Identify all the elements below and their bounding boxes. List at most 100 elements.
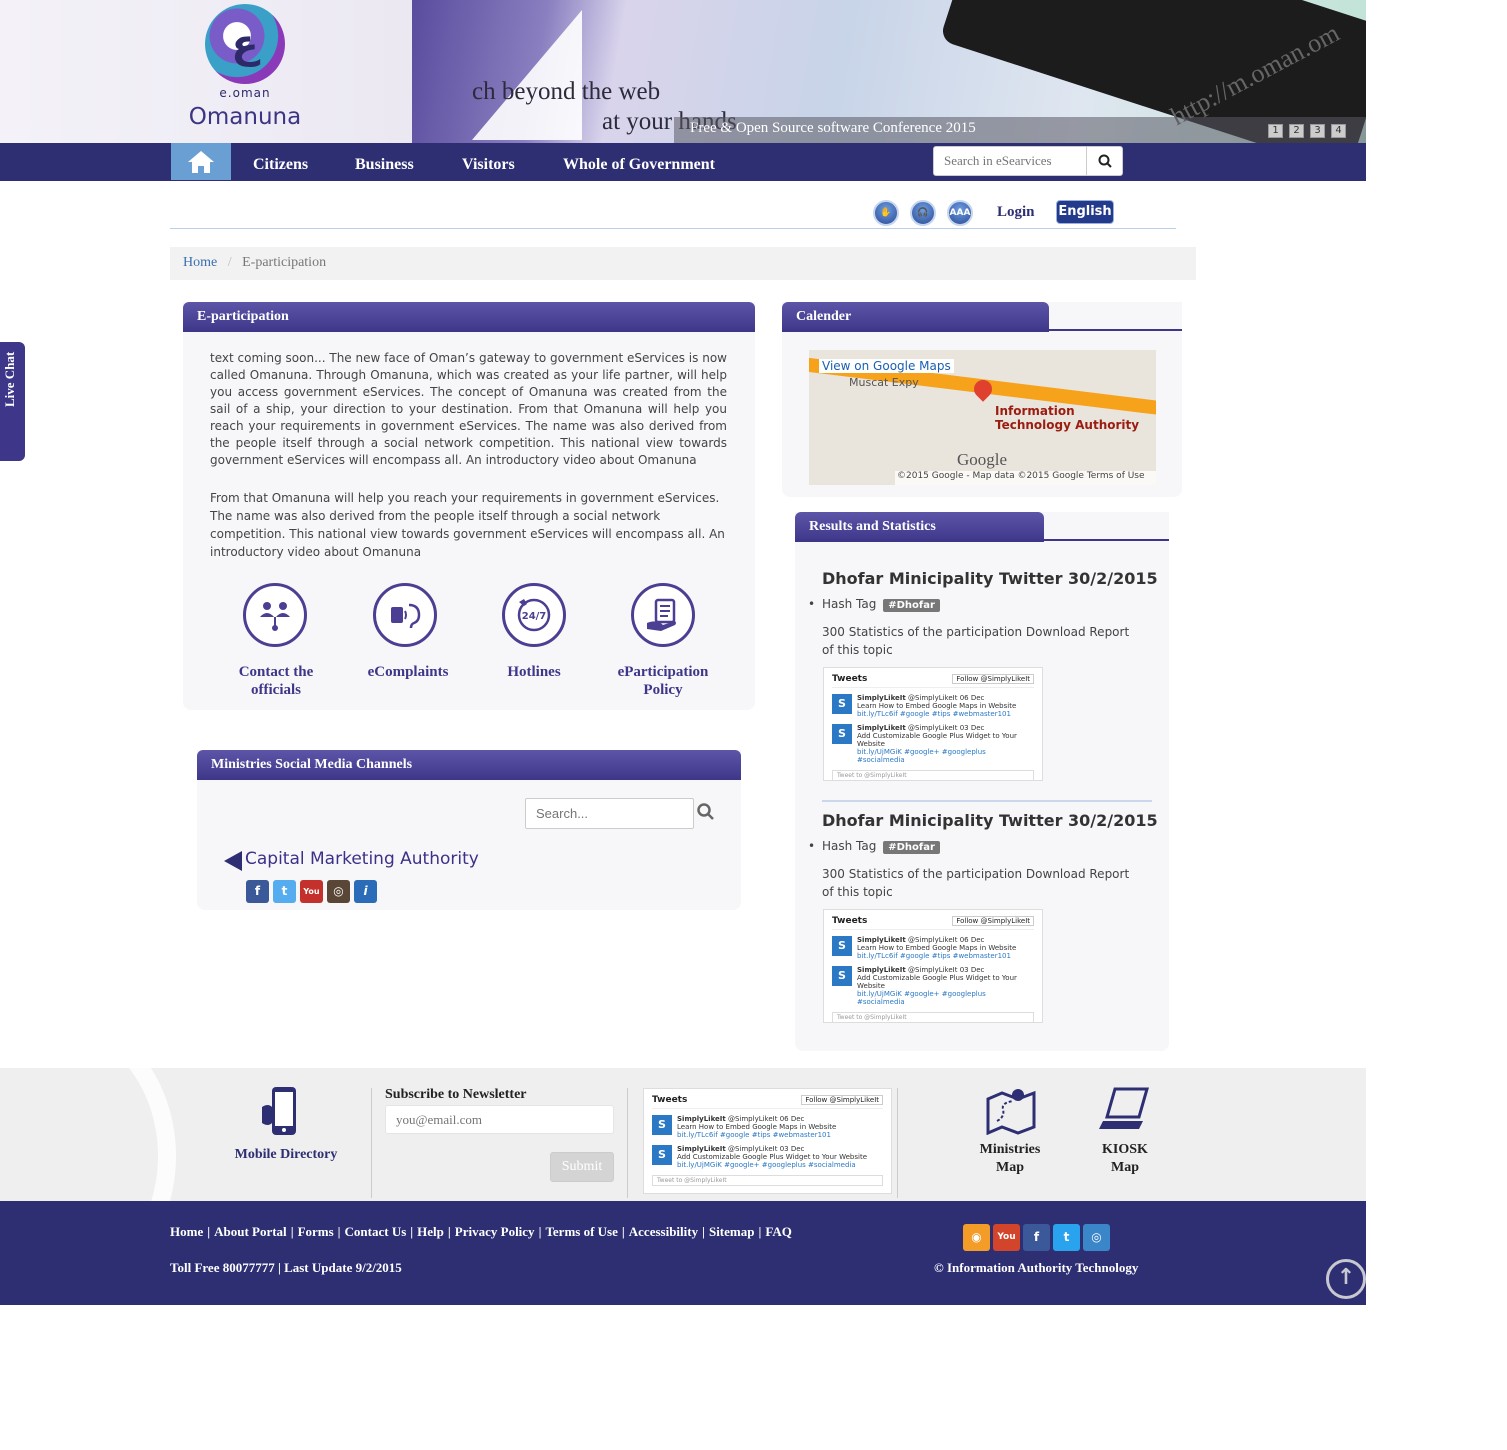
hero-caption: Free & Open Source software Conference 2… xyxy=(674,117,1366,143)
youtube-icon[interactable]: You xyxy=(300,880,323,903)
back-to-top-icon[interactable]: ↑ xyxy=(1326,1259,1366,1299)
nav-whole-of-government[interactable]: Whole of Government xyxy=(563,156,715,174)
footer-link-home[interactable]: Home xyxy=(170,1224,203,1239)
hash-tag-badge[interactable]: #Dhofar xyxy=(883,841,940,854)
newsletter-submit-button[interactable]: Submit xyxy=(550,1152,614,1182)
rss-icon[interactable]: ◉ xyxy=(963,1224,990,1251)
tweet-link[interactable]: bit.ly/UjMGiK #google+ #googleplus #soci… xyxy=(677,1161,856,1169)
footer-divider xyxy=(897,1088,898,1198)
live-chat-tab[interactable]: Live Chat xyxy=(0,342,25,461)
breadcrumb-home[interactable]: Home xyxy=(183,255,217,270)
service-label-line2: Policy xyxy=(643,682,683,698)
tweet-handle: @SimplyLikeIt xyxy=(907,724,958,732)
nav-business[interactable]: Business xyxy=(355,156,414,174)
people-network-icon[interactable] xyxy=(243,583,307,647)
instagram-icon[interactable]: ◎ xyxy=(1083,1224,1110,1251)
footer-link-help[interactable]: Help xyxy=(417,1224,444,1239)
service-ecomplaints[interactable]: eComplaints xyxy=(348,663,468,681)
eservices-search-input[interactable] xyxy=(934,147,1086,175)
footer-link-sitemap[interactable]: Sitemap xyxy=(709,1224,755,1239)
service-label-line1: eParticipation xyxy=(617,664,709,680)
info-icon[interactable]: i xyxy=(354,880,377,903)
logo-subtitle: e.oman xyxy=(219,86,271,100)
nav-home-button[interactable] xyxy=(171,143,231,180)
kiosk-map-line1: KIOSK xyxy=(1102,1142,1148,1157)
nav-citizens[interactable]: Citizens xyxy=(253,156,308,174)
tweet-compose[interactable]: Tweet to @SimplyLikeIt xyxy=(652,1175,883,1186)
twitter-follow-button[interactable]: Follow @SimplyLikeIt xyxy=(952,674,1034,684)
mobile-directory-link[interactable]: Mobile Directory xyxy=(226,1146,346,1164)
slider-page-3[interactable]: 3 xyxy=(1310,124,1325,138)
google-logo: Google xyxy=(957,450,1008,469)
kiosk-map-link[interactable]: KIOSK Map xyxy=(1075,1141,1175,1177)
site-logo[interactable]: ع e.oman Omanuna xyxy=(180,0,310,140)
slider-page-4[interactable]: 4 xyxy=(1331,124,1346,138)
map-pin-icon[interactable] xyxy=(985,1085,1037,1139)
footer-tweets-widget[interactable]: Tweets Follow @SimplyLikeIt S SimplyLikeIt… xyxy=(643,1088,892,1194)
tweet-user: SimplyLikeIt xyxy=(677,1145,726,1153)
instagram-icon[interactable]: ◎ xyxy=(327,880,350,903)
language-toggle[interactable]: English xyxy=(1056,200,1114,224)
tweet-user: SimplyLikeIt xyxy=(857,724,906,732)
newsletter-email-input[interactable] xyxy=(385,1105,614,1134)
footer-link-forms[interactable]: Forms xyxy=(298,1224,334,1239)
kiosk-icon[interactable] xyxy=(1099,1085,1151,1139)
result-heading[interactable]: Dhofar Minicipality Twitter 30/2/2015 xyxy=(822,811,1158,830)
ear-complaint-icon[interactable] xyxy=(373,583,437,647)
tweet-compose[interactable]: Tweet to @SimplyLikeIt xyxy=(832,770,1034,781)
facebook-icon[interactable]: f xyxy=(1023,1224,1050,1251)
header-banner: ع e.oman Omanuna http://m.oman.om ch bey… xyxy=(0,0,1366,143)
tweet-link[interactable]: bit.ly/UjMGiK #google+ #googleplus #soci… xyxy=(857,990,986,1006)
slider-page-2[interactable]: 2 xyxy=(1289,124,1304,138)
result-heading[interactable]: Dhofar Minicipality Twitter 30/2/2015 xyxy=(822,569,1158,588)
twitter-follow-button[interactable]: Follow @SimplyLikeIt xyxy=(801,1095,883,1105)
mobile-icon[interactable] xyxy=(258,1085,312,1143)
social-media-search-input[interactable] xyxy=(526,799,686,828)
footer-link-contact[interactable]: Contact Us xyxy=(345,1224,407,1239)
footer-link-accessibility[interactable]: Accessibility xyxy=(629,1224,698,1239)
tweet-link[interactable]: bit.ly/TLc6if #google #tips #webmaster10… xyxy=(677,1131,831,1139)
twitter-icon[interactable]: t xyxy=(273,880,296,903)
twitter-icon[interactable]: t xyxy=(1053,1224,1080,1251)
ministry-name[interactable]: Capital Marketing Authority xyxy=(245,849,479,869)
youtube-icon[interactable]: You xyxy=(993,1224,1020,1251)
headphones-icon[interactable]: 🎧 xyxy=(910,200,936,226)
facebook-icon[interactable]: f xyxy=(246,880,269,903)
result-statistics: 300 Statistics of the participation Down… xyxy=(822,625,1130,657)
login-link[interactable]: Login xyxy=(997,204,1035,221)
tweet-compose[interactable]: Tweet to @SimplyLikeIt xyxy=(832,1012,1034,1023)
tweet-text: Learn How to Embed Google Maps in Websit… xyxy=(857,944,1017,952)
footer-link-privacy[interactable]: Privacy Policy xyxy=(455,1224,535,1239)
map-place-label: Information Technology Authority xyxy=(995,404,1139,432)
nav-visitors[interactable]: Visitors xyxy=(462,156,515,174)
search-icon[interactable] xyxy=(697,803,715,821)
avatar: S xyxy=(832,694,852,714)
twitter-follow-button[interactable]: Follow @SimplyLikeIt xyxy=(952,916,1034,926)
phone-24-7-icon[interactable]: 24/7 xyxy=(502,583,566,647)
service-eparticipation-policy[interactable]: eParticipation Policy xyxy=(603,663,723,699)
service-contact-officials[interactable]: Contact the officials xyxy=(216,663,336,699)
tweets-widget[interactable]: Tweets Follow @SimplyLikeIt S SimplyLikeIt… xyxy=(823,909,1043,1023)
tweets-widget[interactable]: Tweets Follow @SimplyLikeIt S SimplyLikeIt… xyxy=(823,667,1043,781)
service-hotlines[interactable]: Hotlines xyxy=(474,663,594,681)
tweet-date: 03 Dec xyxy=(779,1145,805,1153)
ministries-map-link[interactable]: Ministries Map xyxy=(960,1141,1060,1177)
tweet-link[interactable]: bit.ly/TLc6if #google #tips #webmaster10… xyxy=(857,952,1011,960)
footer-link-faq[interactable]: FAQ xyxy=(765,1224,791,1239)
tweet-link[interactable]: bit.ly/TLc6if #google #tips #webmaster10… xyxy=(857,710,1011,718)
location-map[interactable]: Muscat Expy View on Google Maps Informat… xyxy=(809,350,1156,485)
eservices-search-button[interactable] xyxy=(1086,147,1122,175)
footer-link-about[interactable]: About Portal xyxy=(214,1224,287,1239)
eparticipation-title: E-participation xyxy=(183,302,755,332)
hash-tag-badge[interactable]: #Dhofar xyxy=(883,599,940,612)
calendar-title: Calender xyxy=(782,302,1049,332)
tweet-link[interactable]: bit.ly/UjMGiK #google+ #googleplus #soci… xyxy=(857,748,986,764)
view-on-google-maps-link[interactable]: View on Google Maps xyxy=(819,359,954,373)
font-size-icon[interactable]: AAA xyxy=(947,200,973,226)
hero-slider[interactable]: http://m.oman.om ch beyond the web at yo… xyxy=(412,0,1366,143)
policy-document-icon[interactable] xyxy=(631,583,695,647)
sign-language-icon[interactable]: ✋ xyxy=(873,200,899,226)
slider-page-1[interactable]: 1 xyxy=(1268,124,1283,138)
footer-link-terms[interactable]: Terms of Use xyxy=(545,1224,617,1239)
kiosk-map-line2: Map xyxy=(1111,1160,1139,1175)
